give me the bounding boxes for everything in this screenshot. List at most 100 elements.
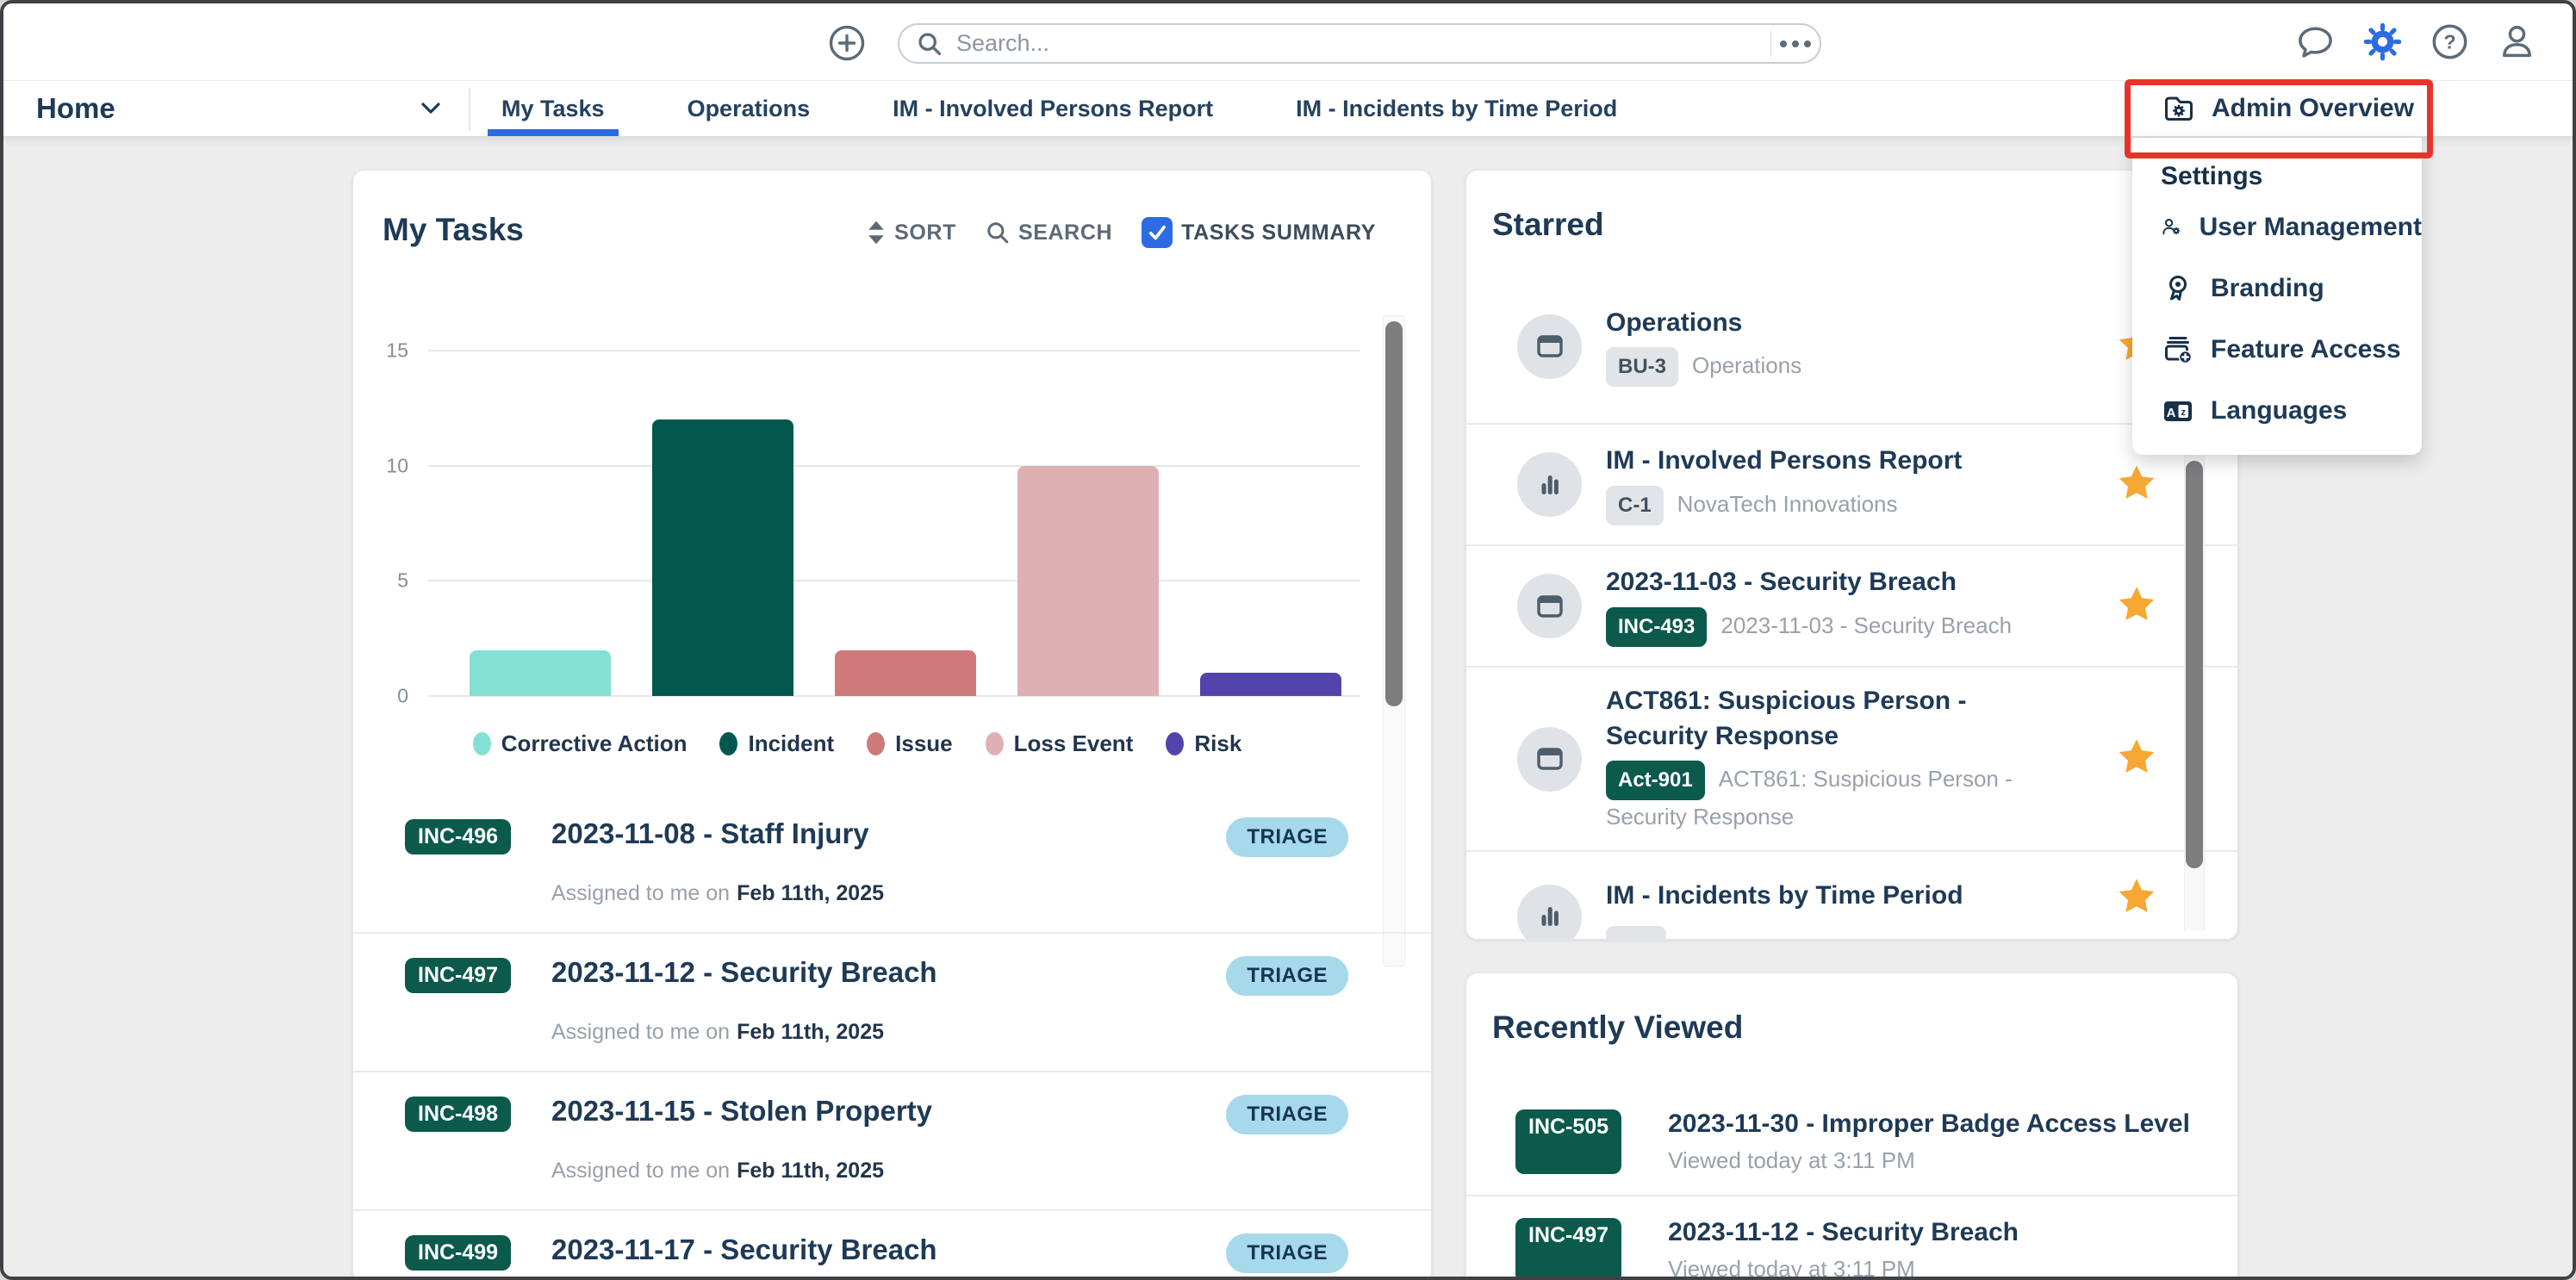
menu-item-user-management[interactable]: User Management (2132, 196, 2422, 258)
starred-panel: Starred Operations BU-3Operations (1465, 170, 2238, 940)
gridline (428, 580, 1360, 581)
star-icon[interactable] (2117, 584, 2156, 628)
task-row[interactable]: INC-497 2023-11-12 - Security Breach Ass… (353, 934, 1432, 1072)
bar-corrective-action[interactable] (470, 650, 611, 696)
bar-incident[interactable] (652, 419, 793, 696)
item-title: 2023-11-30 - Improper Badge Access Level (1668, 1109, 2190, 1139)
tasks-summary-checkbox[interactable] (1142, 217, 1173, 248)
legend-label: Corrective Action (501, 730, 688, 757)
item-id-badge: INC-497 (1515, 1218, 1621, 1280)
item-badge: C-1 (1606, 486, 1664, 525)
home-label: Home (36, 92, 115, 125)
recently-viewed-title: Recently Viewed (1492, 1010, 1743, 1046)
search-icon (986, 221, 1010, 245)
legend-item-corrective-action[interactable]: Corrective Action (473, 730, 688, 757)
starred-item[interactable]: IM - Incidents by Time Period (1466, 852, 2238, 940)
gridline (428, 350, 1360, 351)
starred-item[interactable]: Operations BU-3Operations (1466, 270, 2238, 425)
starred-item[interactable]: ACT861: Suspicious Person - Security Res… (1466, 668, 2238, 852)
sort-button[interactable]: SORT (867, 220, 956, 245)
tab-im-involved-persons-report[interactable]: IM - Involved Persons Report (893, 81, 1213, 136)
starred-item-title: Operations (1606, 306, 1801, 341)
search-input[interactable] (955, 29, 1770, 58)
star-icon[interactable] (2117, 877, 2156, 921)
legend-dot (1166, 732, 1184, 755)
starred-list: Operations BU-3Operations IM - Involved (1466, 270, 2238, 940)
item-viewed-time: Viewed today at 3:11 PM (1668, 1147, 2190, 1174)
legend-item-issue[interactable]: Issue (867, 730, 953, 757)
tab-operations[interactable]: Operations (688, 81, 811, 136)
gridline (428, 465, 1360, 467)
bar-issue[interactable] (835, 650, 976, 696)
status-badge: TRIAGE (1226, 1095, 1348, 1134)
person-icon (2497, 22, 2537, 62)
legend-item-incident[interactable]: Incident (719, 730, 834, 757)
chevron-down-icon (420, 102, 441, 115)
window-icon (1533, 589, 1567, 624)
starred-item-title: IM - Involved Persons Report (1606, 444, 1962, 479)
starred-item-title: ACT861: Suspicious Person - Security Res… (1606, 684, 2054, 754)
top-bar: ? (3, 3, 2573, 81)
recently-viewed-item[interactable]: INC-497 2023-11-12 - Security Breach Vie… (1466, 1196, 2238, 1280)
legend-label: Risk (1194, 730, 1241, 757)
starred-scrollbar-thumb[interactable] (2186, 461, 2203, 868)
menu-item-languages[interactable]: A z Languages (2132, 380, 2422, 441)
chart-plot (428, 351, 1360, 696)
item-badge (1606, 926, 1666, 940)
menu-item-feature-access[interactable]: Feature Access (2132, 319, 2422, 380)
svg-text:A: A (2167, 406, 2176, 420)
chat-icon (2295, 22, 2336, 62)
star-icon[interactable] (2117, 737, 2156, 781)
starred-title: Starred (1492, 207, 1604, 243)
avatar (1517, 727, 1582, 792)
menu-item-branding[interactable]: Branding (2132, 258, 2422, 319)
starred-item[interactable]: IM - Involved Persons Report C-1NovaTech… (1466, 425, 2238, 546)
question-circle-icon: ? (2430, 22, 2470, 62)
task-id-badge: INC-497 (405, 958, 511, 993)
menu-item-label: Languages (2211, 396, 2347, 426)
task-title: 2023-11-15 - Stolen Property (551, 1095, 932, 1128)
create-button[interactable] (829, 25, 865, 61)
menu-item-admin-overview[interactable]: Admin Overview (2132, 81, 2422, 136)
chat-button[interactable] (2295, 22, 2336, 62)
recently-viewed-item[interactable]: INC-505 2023-11-30 - Improper Badge Acce… (1466, 1088, 2238, 1196)
help-button[interactable]: ? (2430, 22, 2470, 62)
task-row[interactable]: INC-496 2023-11-08 - Staff Injury Assign… (353, 795, 1432, 934)
gear-icon (2362, 22, 2403, 62)
starred-item[interactable]: 2023-11-03 - Security Breach INC-4932023… (1466, 546, 2238, 668)
status-badge: TRIAGE (1226, 1233, 1348, 1273)
tab-im-incidents-by-time-period[interactable]: IM - Incidents by Time Period (1296, 81, 1617, 136)
y-tick-label: 0 (397, 685, 408, 708)
legend-dot (986, 732, 1004, 755)
y-tick-label: 10 (386, 454, 408, 477)
admin-overview-icon (2162, 91, 2196, 126)
settings-button[interactable] (2362, 22, 2403, 62)
settings-menu: Settings User Management (2132, 138, 2422, 455)
search-tasks-button[interactable]: SEARCH (986, 221, 1112, 245)
menu-item-label: Admin Overview (2212, 94, 2414, 123)
my-tasks-scrollbar-thumb[interactable] (1385, 321, 1403, 706)
task-row[interactable]: INC-499 2023-11-17 - Security Breach TRI… (353, 1211, 1432, 1280)
bar-loss-event[interactable] (1017, 466, 1159, 696)
tab-my-tasks[interactable]: My Tasks (501, 81, 605, 136)
legend-item-risk[interactable]: Risk (1166, 730, 1241, 757)
check-icon (1146, 221, 1168, 244)
nav-divider (469, 88, 470, 131)
task-row[interactable]: INC-498 2023-11-15 - Stolen Property Ass… (353, 1072, 1432, 1211)
home-dropdown[interactable]: Home (36, 81, 441, 136)
my-tasks-panel: My Tasks SORT SEARCH (352, 170, 1432, 1280)
chart-y-axis: 051015 (353, 351, 417, 696)
window-icon (1533, 329, 1567, 363)
legend-dot (473, 732, 491, 755)
profile-button[interactable] (2497, 22, 2537, 62)
legend-item-loss-event[interactable]: Loss Event (986, 730, 1134, 757)
tasks-summary-toggle[interactable]: TASKS SUMMARY (1142, 217, 1376, 248)
item-viewed-time: Viewed today at 3:11 PM (1668, 1256, 2019, 1280)
more-options-icon[interactable] (1771, 40, 1820, 47)
chart-legend: Corrective Action Incident Issue Loss Event… (353, 730, 1361, 757)
bar-risk[interactable] (1200, 673, 1341, 696)
legend-label: Incident (748, 730, 834, 757)
item-badge: INC-493 (1606, 607, 1707, 647)
sort-icon (867, 220, 886, 245)
star-icon[interactable] (2117, 463, 2156, 506)
